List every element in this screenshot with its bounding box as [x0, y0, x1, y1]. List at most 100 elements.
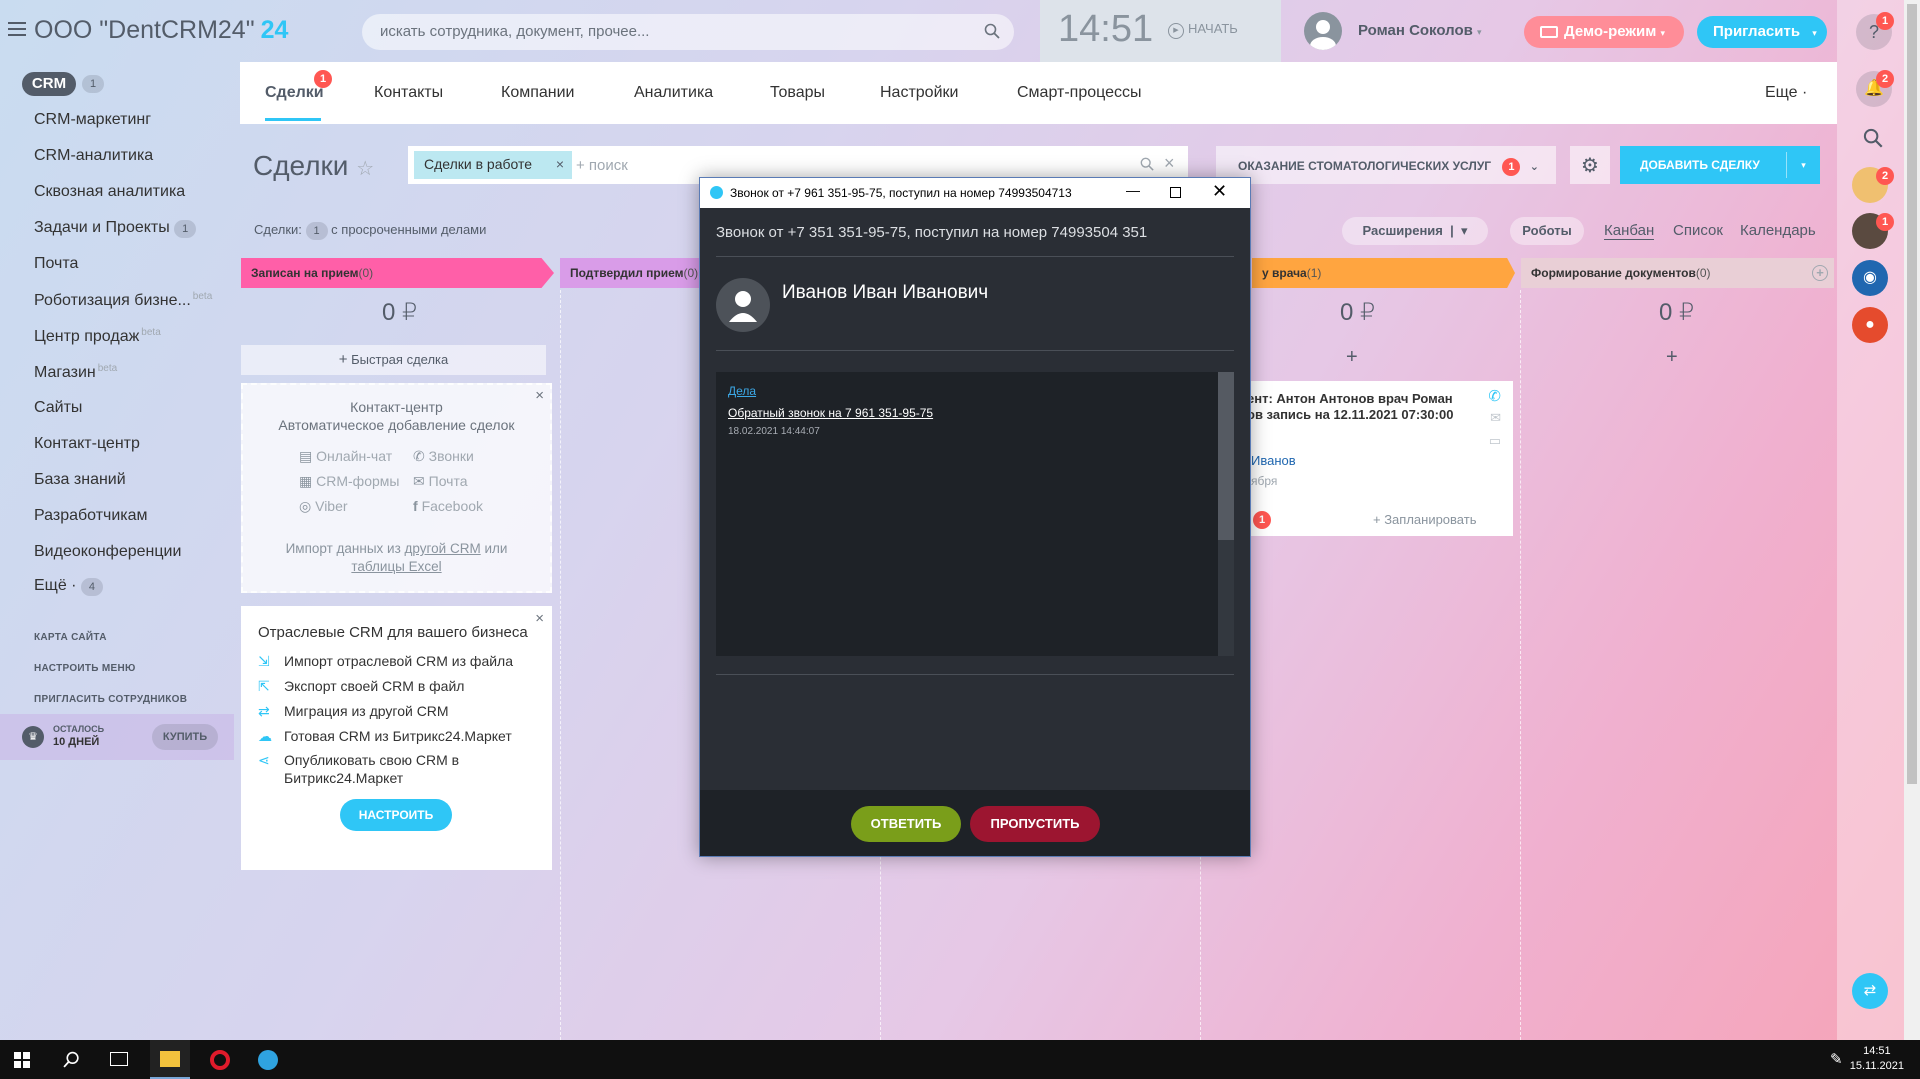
search-icon[interactable]: [984, 23, 1000, 39]
extensions-button[interactable]: Расширения | ▾: [1342, 217, 1488, 245]
tab-deals[interactable]: Сделки: [265, 84, 324, 102]
activities-link[interactable]: Дела: [728, 384, 756, 398]
industry-crm-item[interactable]: ☁ Готовая CRM из Битрикс24.Маркет: [258, 728, 512, 745]
quick-deal-button[interactable]: + Быстрая сделка: [241, 345, 546, 375]
overdue-count[interactable]: 1: [305, 222, 328, 240]
sidebar-item-crm-analytics[interactable]: CRM-аналитика: [34, 147, 153, 165]
filter-chip[interactable]: Сделки в работе ×: [414, 151, 572, 179]
close-window-icon[interactable]: ✕: [1212, 181, 1227, 202]
pipeline-selector[interactable]: ОКАЗАНИЕ СТОМАТОЛОГИЧЕСКИХ УСЛУГ 1 ⌄: [1216, 146, 1556, 184]
activities-scrollbar[interactable]: [1218, 372, 1234, 656]
industry-crm-item[interactable]: ⇱ Экспорт своей CRM в файл: [258, 678, 464, 695]
column-header-at-doctor[interactable]: у врача(1): [1252, 258, 1515, 288]
sidebar-item-robotization[interactable]: Роботизация бизне... beta: [34, 291, 212, 310]
invite-button[interactable]: Пригласить ▾: [1697, 16, 1827, 48]
industry-crm-item[interactable]: ⇄ Миграция из другой CRM: [258, 703, 449, 720]
clear-filter-icon[interactable]: ×: [1164, 153, 1175, 174]
close-icon[interactable]: ×: [535, 610, 544, 627]
add-column-icon[interactable]: +: [1812, 265, 1828, 281]
plan-activity-link[interactable]: + Запланировать: [1373, 512, 1476, 527]
taskbar-clock[interactable]: 14:51 15.11.2021: [1850, 1044, 1904, 1074]
sidebar-item-more[interactable]: Ещё · 4: [34, 577, 103, 596]
view-list[interactable]: Список: [1673, 222, 1723, 239]
sitemap-link[interactable]: КАРТА САЙТА: [34, 632, 107, 643]
online-chat-link[interactable]: ▤ Онлайн-чат: [299, 448, 392, 465]
demo-mode-button[interactable]: Демо-режим ▾: [1524, 16, 1684, 48]
task-view-icon[interactable]: [110, 1052, 128, 1066]
tab-smart-processes[interactable]: Смарт-процессы: [1017, 84, 1142, 102]
phone-icon[interactable]: ✆: [1488, 387, 1501, 405]
pen-icon[interactable]: ✎: [1830, 1050, 1843, 1068]
caller-name[interactable]: Иванов Иван Иванович: [782, 282, 988, 304]
deal-card[interactable]: ент: Антон Антонов врач Роман ов запись н…: [1223, 381, 1513, 536]
deal-title[interactable]: ент: Антон Антонов врач Роман ов запись н…: [1247, 391, 1453, 423]
settings-button[interactable]: ⚙: [1570, 146, 1610, 184]
minimize-icon[interactable]: —: [1126, 182, 1140, 198]
answer-call-button[interactable]: ОТВЕТИТЬ: [851, 806, 961, 842]
group-chat-icon[interactable]: ◉: [1852, 260, 1888, 296]
page-scrollbar[interactable]: [1904, 0, 1920, 1040]
add-deal-plus-icon[interactable]: +: [1346, 346, 1358, 369]
global-search-input[interactable]: искать сотрудника, документ, прочее...: [362, 14, 1014, 50]
robots-button[interactable]: Роботы: [1510, 217, 1584, 245]
user-menu[interactable]: Роман Соколов ▾: [1358, 22, 1482, 39]
remove-filter-icon[interactable]: ×: [556, 156, 564, 172]
telegram-icon[interactable]: [258, 1050, 278, 1070]
sidebar-item-tasks[interactable]: Задачи и Проекты 1: [34, 219, 197, 238]
column-header-confirmed[interactable]: Подтвердил прием(0): [560, 258, 700, 288]
window-titlebar[interactable]: Звонок от +7 961 351-95-75, поступил на …: [700, 178, 1250, 208]
start-workday-button[interactable]: НАЧАТЬ: [1168, 21, 1238, 39]
activity-item[interactable]: Обратный звонок на 7 961 351-95-75: [728, 406, 933, 420]
sidebar-crm-active[interactable]: CRM: [22, 72, 76, 96]
sidebar-item-sites[interactable]: Сайты: [34, 399, 82, 417]
tab-analytics[interactable]: Аналитика: [634, 84, 713, 102]
other-crm-link[interactable]: другой CRM: [405, 541, 481, 556]
buy-button[interactable]: КУПИТЬ: [152, 724, 218, 750]
add-deal-button[interactable]: ДОБАВИТЬ СДЕЛКУ ▾: [1620, 146, 1820, 184]
viber-link[interactable]: ◎ Viber: [299, 498, 348, 515]
column-header-documents[interactable]: Формирование документов(0) +: [1521, 258, 1834, 288]
calls-link[interactable]: ✆ Звонки: [413, 448, 474, 465]
company-logo[interactable]: ООО "DentCRM24" 24: [34, 16, 288, 45]
sidebar-item-contact-center[interactable]: Контакт-центр: [34, 435, 140, 453]
add-deal-dropdown[interactable]: ▾: [1786, 152, 1820, 178]
sidebar-item-shop[interactable]: Магазин beta: [34, 363, 117, 382]
sidebar-item-crm-marketing[interactable]: CRM-маркетинг: [34, 111, 151, 129]
tab-products[interactable]: Товары: [770, 84, 825, 102]
comment-icon[interactable]: ▭: [1489, 433, 1501, 449]
excel-link[interactable]: таблицы Excel: [351, 559, 441, 574]
industry-crm-item[interactable]: ⋖ Опубликовать свою CRM в: [258, 752, 459, 769]
sidebar-item-mail[interactable]: Почта: [34, 255, 78, 273]
configure-button[interactable]: НАСТРОИТЬ: [340, 799, 452, 831]
filter-search-icon[interactable]: [1140, 157, 1154, 171]
user-avatar[interactable]: [1304, 12, 1342, 50]
view-kanban[interactable]: Канбан: [1604, 222, 1655, 240]
column-header-booked[interactable]: Записан на прием(0): [241, 258, 554, 288]
mail-icon[interactable]: ✉: [1490, 410, 1501, 426]
tab-more[interactable]: Еще ·: [1765, 84, 1807, 102]
add-deal-plus-icon[interactable]: +: [1666, 346, 1678, 369]
mail-link[interactable]: ✉ Почта: [413, 473, 468, 490]
crm-forms-link[interactable]: ▦ CRM-формы: [299, 473, 399, 490]
configure-menu-link[interactable]: НАСТРОИТЬ МЕНЮ: [34, 663, 136, 674]
open-lines-icon[interactable]: ●: [1852, 307, 1888, 343]
tab-companies[interactable]: Компании: [501, 84, 575, 102]
search-icon[interactable]: [1863, 128, 1883, 148]
widget-icon[interactable]: ⇄: [1852, 973, 1888, 1009]
skip-call-button[interactable]: ПРОПУСТИТЬ: [970, 806, 1100, 842]
star-icon[interactable]: ☆: [356, 158, 374, 180]
industry-crm-item-cont[interactable]: Битрикс24.Маркет: [284, 770, 403, 786]
sidebar-item-end-to-end-analytics[interactable]: Сквозная аналитика: [34, 183, 185, 201]
facebook-link[interactable]: f Facebook: [413, 498, 483, 514]
opera-icon[interactable]: [210, 1050, 230, 1070]
maximize-icon[interactable]: [1170, 187, 1181, 198]
windows-start-icon[interactable]: [14, 1052, 30, 1068]
search-icon[interactable]: [63, 1051, 80, 1068]
industry-crm-item[interactable]: ⇲ Импорт отраслевой CRM из файла: [258, 653, 513, 670]
sidebar-item-video-conferences[interactable]: Видеоконференции: [34, 543, 181, 561]
tab-settings[interactable]: Настройки: [880, 84, 958, 102]
tab-contacts[interactable]: Контакты: [374, 84, 443, 102]
invite-employees-link[interactable]: ПРИГЛАСИТЬ СОТРУДНИКОВ: [34, 694, 187, 705]
sidebar-item-sales-center[interactable]: Центр продаж beta: [34, 327, 161, 346]
sidebar-item-knowledge-base[interactable]: База знаний: [34, 471, 126, 489]
